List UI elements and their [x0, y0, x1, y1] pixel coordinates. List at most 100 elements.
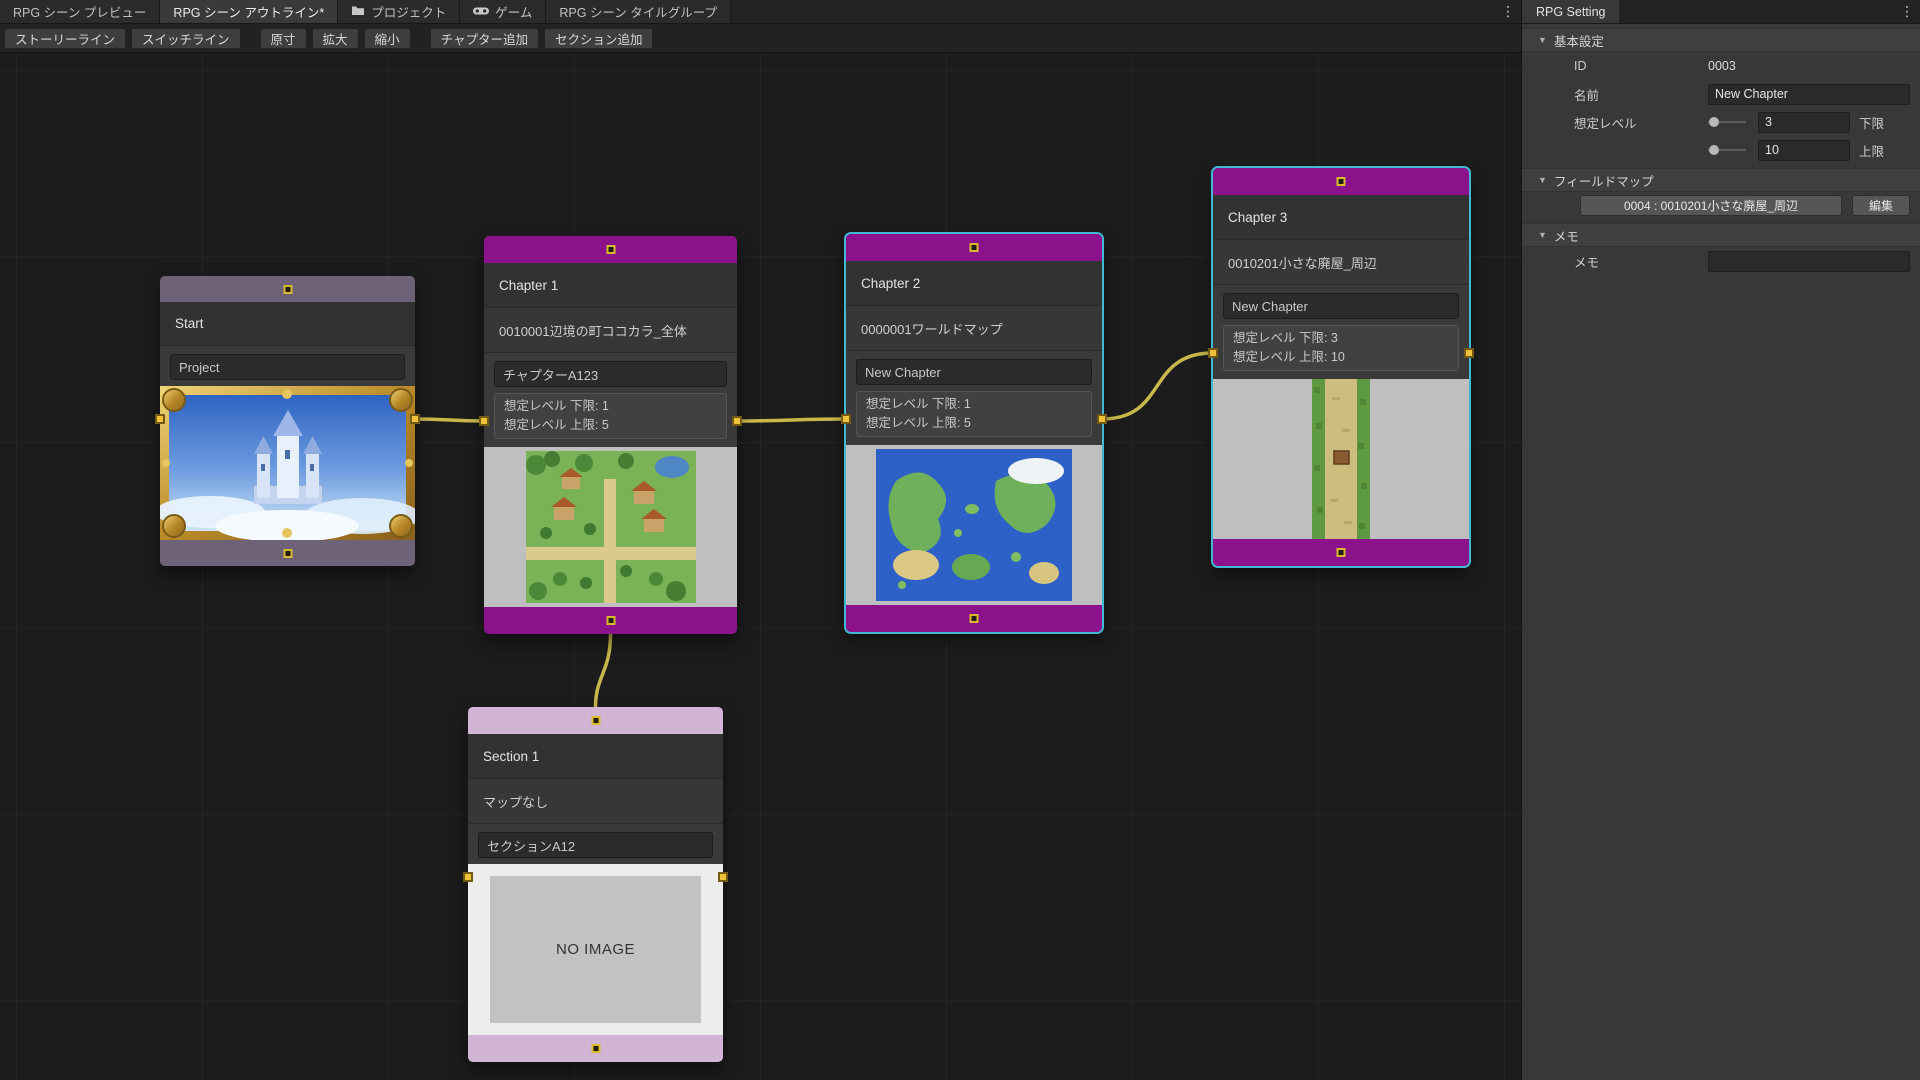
tab-strip-spacer [731, 0, 1495, 23]
name-input[interactable] [1708, 84, 1910, 105]
tab-rpg-scene-outline[interactable]: RPG シーン アウトライン* [160, 0, 338, 23]
connector-handle-bottom[interactable] [283, 549, 292, 558]
foldout-label: フィールドマップ [1554, 171, 1654, 190]
foldout-arrow-icon: ▼ [1538, 230, 1547, 240]
add-section-button[interactable]: セクション追加 [544, 28, 654, 49]
tab-game[interactable]: ゲーム [460, 0, 546, 23]
port-left[interactable] [155, 414, 165, 424]
node-header-bar [160, 276, 415, 302]
tab-project[interactable]: プロジェクト [338, 0, 460, 23]
name-row: 名前 [1522, 80, 1920, 108]
chapter2-name-field[interactable] [856, 359, 1092, 385]
port-right[interactable] [732, 416, 742, 426]
castle-image [160, 386, 415, 540]
editor-tab-strip: RPG シーン プレビュー RPG シーン アウトライン* プロジェクト ゲーム… [0, 0, 1521, 24]
tab-label: RPG シーン プレビュー [13, 2, 146, 21]
node-chapter-2[interactable]: Chapter 2 0000001ワールドマップ 想定レベル 下限: 1 想定レ… [846, 234, 1102, 632]
chapter1-thumbnail [484, 447, 737, 607]
port-left[interactable] [463, 872, 473, 882]
node-header-bar [484, 236, 737, 263]
chapter1-name-field[interactable] [494, 361, 727, 387]
level-max-text: 想定レベル 上限: 5 [866, 414, 1082, 433]
start-project-field[interactable] [170, 354, 405, 380]
foldout-basic-settings[interactable]: ▼ 基本設定 [1522, 28, 1920, 52]
node-map-name: 0000001ワールドマップ [846, 306, 1102, 351]
node-chapter-3[interactable]: Chapter 3 0010201小さな廃屋_周辺 想定レベル 下限: 3 想定… [1213, 168, 1469, 566]
id-value: 0003 [1708, 59, 1736, 73]
tab-rpg-scene-tilegroup[interactable]: RPG シーン タイルグループ [546, 0, 731, 23]
inspector-menu-kebab-icon[interactable]: ⋮ [1894, 0, 1920, 23]
connector-handle-bottom[interactable] [970, 614, 979, 623]
zoom-out-button[interactable]: 縮小 [364, 28, 411, 49]
node-section-1[interactable]: Section 1 マップなし NO IMAGE [468, 707, 723, 1062]
tab-label: RPG シーン アウトライン* [173, 2, 324, 21]
tab-rpg-scene-preview[interactable]: RPG シーン プレビュー [0, 0, 160, 23]
connector-handle-top[interactable] [970, 243, 979, 252]
memo-row: メモ [1522, 247, 1920, 275]
node-header-bar [846, 234, 1102, 261]
connector-handle-top[interactable] [606, 245, 615, 254]
node-chapter-1[interactable]: Chapter 1 0010001辺境の町ココカラ_全体 想定レベル 下限: 1… [484, 236, 737, 634]
chapter2-thumbnail [846, 445, 1102, 605]
section1-name-field[interactable] [478, 832, 713, 858]
node-footer-bar [1213, 539, 1469, 566]
connector-handle-bottom[interactable] [591, 1044, 600, 1053]
level-max-text: 想定レベル 上限: 5 [504, 416, 717, 435]
name-label: 名前 [1574, 85, 1708, 104]
port-left[interactable] [1208, 348, 1218, 358]
memo-input[interactable] [1708, 251, 1910, 272]
node-title: Chapter 3 [1213, 195, 1469, 240]
id-label: ID [1574, 59, 1708, 73]
connector-handle-bottom[interactable] [606, 616, 615, 625]
switchline-button[interactable]: スイッチライン [131, 28, 241, 49]
node-title: Start [160, 302, 415, 346]
port-right[interactable] [410, 414, 420, 424]
graph-toolbar: ストーリーライン スイッチライン 原寸 拡大 縮小 チャプター追加 セクション追… [0, 24, 1521, 53]
actual-size-button[interactable]: 原寸 [260, 28, 307, 49]
fieldmap-select-button[interactable]: 0004 : 0010201小さな廃屋_周辺 [1580, 195, 1842, 216]
connector-handle-top[interactable] [591, 716, 600, 725]
node-header-bar [1213, 168, 1469, 195]
gamepad-icon [473, 5, 489, 19]
fieldmap-row: 0004 : 0010201小さな廃屋_周辺 編集 [1522, 192, 1920, 219]
node-map-name: 0010001辺境の町ココカラ_全体 [484, 308, 737, 353]
chapter2-level-box: 想定レベル 下限: 1 想定レベル 上限: 5 [856, 391, 1092, 437]
foldout-field-map[interactable]: ▼ フィールドマップ [1522, 168, 1920, 192]
tab-label: RPG シーン タイルグループ [559, 2, 717, 21]
inspector-panel: RPG Setting ⋮ ▼ 基本設定 ID 0003 名前 想定レベル 下限… [1521, 0, 1920, 1080]
port-left[interactable] [479, 416, 489, 426]
node-footer-bar [484, 607, 737, 634]
no-image-placeholder: NO IMAGE [490, 876, 701, 1023]
level-min-row: 想定レベル 下限 [1522, 108, 1920, 136]
canvas-menu-kebab-icon[interactable]: ⋮ [1495, 0, 1521, 23]
port-left[interactable] [841, 414, 851, 424]
foldout-memo[interactable]: ▼ メモ [1522, 223, 1920, 247]
port-right[interactable] [718, 872, 728, 882]
connector-handle-top[interactable] [283, 285, 292, 294]
slider-knob[interactable] [1709, 145, 1719, 155]
level-label: 想定レベル [1574, 113, 1708, 132]
connector-handle-bottom[interactable] [1337, 548, 1346, 557]
level-min-slider[interactable] [1708, 121, 1746, 123]
chapter3-name-field[interactable] [1223, 293, 1459, 319]
node-map-name: マップなし [468, 779, 723, 824]
id-row: ID 0003 [1522, 52, 1920, 80]
tab-label: ゲーム [495, 2, 532, 21]
slider-knob[interactable] [1709, 117, 1719, 127]
add-chapter-button[interactable]: チャプター追加 [430, 28, 539, 49]
port-right[interactable] [1097, 414, 1107, 424]
min-suffix-label: 下限 [1859, 113, 1884, 132]
storyline-button[interactable]: ストーリーライン [4, 28, 126, 49]
edit-button[interactable]: 編集 [1852, 195, 1910, 216]
level-min-input[interactable] [1758, 112, 1850, 133]
connector-handle-top[interactable] [1337, 177, 1346, 186]
port-right[interactable] [1464, 348, 1474, 358]
node-start[interactable]: Start [160, 276, 415, 566]
tab-rpg-setting[interactable]: RPG Setting [1522, 0, 1619, 23]
zoom-in-button[interactable]: 拡大 [312, 28, 359, 49]
level-max-text: 想定レベル 上限: 10 [1233, 348, 1449, 367]
foldout-arrow-icon: ▼ [1538, 35, 1547, 45]
level-max-slider[interactable] [1708, 149, 1746, 151]
level-max-input[interactable] [1758, 140, 1850, 161]
node-header-bar [468, 707, 723, 734]
